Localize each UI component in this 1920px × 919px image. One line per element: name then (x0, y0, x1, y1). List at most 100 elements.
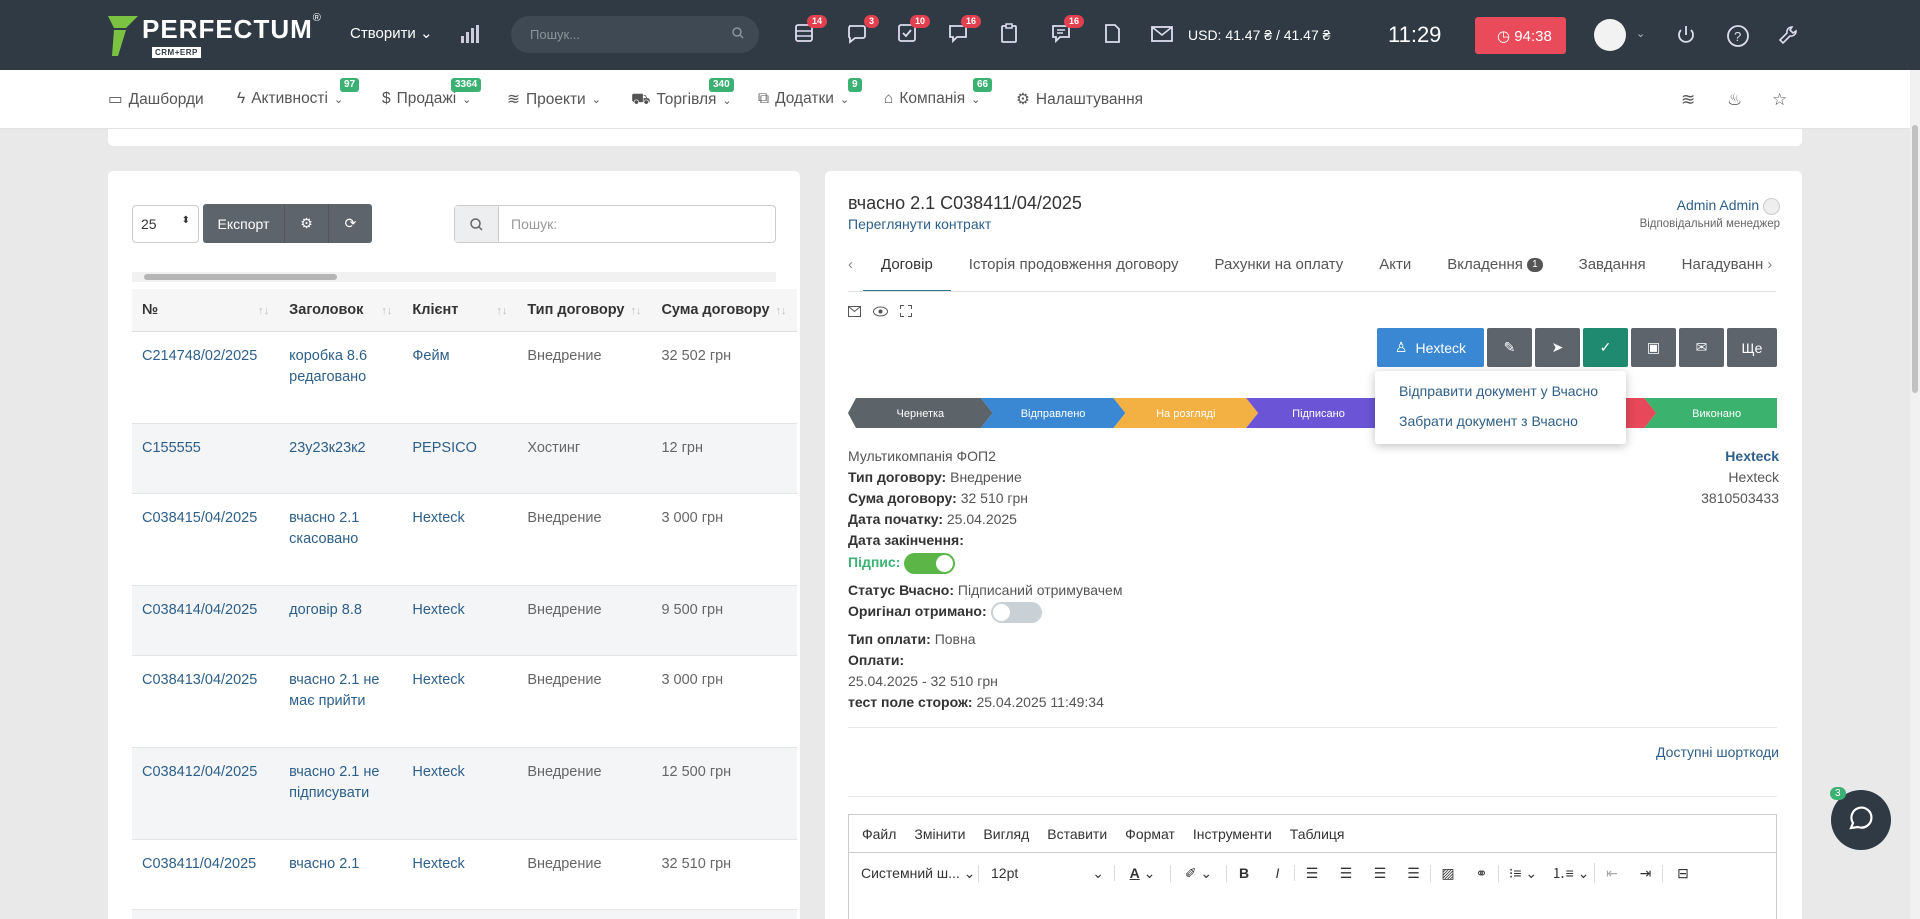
column-sum[interactable]: Сума договору ↑↓ (651, 289, 797, 332)
comments-icon[interactable]: 16 (1050, 15, 1084, 48)
font-size-select[interactable]: 12pt ⌄ (979, 865, 1115, 881)
editor-menu-tools[interactable]: Інструменти (1193, 826, 1272, 842)
client-link[interactable]: Hexteck (412, 602, 464, 618)
tab-invoices[interactable]: Рахунки на оплату (1196, 250, 1361, 291)
outdent-icon[interactable]: ⇤ (1595, 865, 1629, 882)
table-search-input[interactable]: Пошук: (454, 205, 776, 243)
client-button[interactable]: ♙ Hexteck (1377, 328, 1484, 367)
settings-button[interactable]: ⚙ (285, 204, 329, 243)
client-link[interactable]: PEPSICO (412, 440, 476, 456)
contract-title-link[interactable]: 23у23к23к2 (289, 440, 365, 456)
export-button[interactable]: Експорт (203, 204, 285, 243)
client-name-link[interactable]: Hexteck (1725, 448, 1779, 464)
chevron-down-icon[interactable]: ⌄ (1636, 27, 1645, 40)
refresh-button[interactable]: ⟳ (329, 204, 372, 243)
editor-menu-insert[interactable]: Вставити (1047, 826, 1107, 842)
table-row[interactable]: C038412/04/2025 вчасно 2.1 не підписувати… (132, 747, 797, 840)
contract-title-link[interactable]: вчасно 2.1 (289, 856, 359, 872)
vchasno-button[interactable]: ✓ (1583, 328, 1628, 367)
signature-toggle[interactable] (904, 552, 956, 574)
chat-bubble-icon[interactable]: 3 (845, 15, 879, 48)
wrench-icon[interactable] (1777, 24, 1803, 50)
eye-icon[interactable] (873, 304, 888, 320)
contract-title-link[interactable]: вчасно 2.1 не має прийти (289, 672, 379, 709)
align-left-icon[interactable]: ☰ (1295, 865, 1329, 882)
tab-acts[interactable]: Акти (1361, 250, 1429, 291)
table-row[interactable]: C038411/04/2025 вчасно 2.1 Hexteck Внедрени… (132, 839, 797, 910)
editor-menu-table[interactable]: Таблиця (1290, 826, 1345, 842)
layers-icon[interactable]: ≋ (1681, 90, 1695, 110)
manager-link[interactable]: Admin Admin (1677, 197, 1780, 215)
align-center-icon[interactable]: ☰ (1329, 865, 1363, 882)
contract-title-link[interactable]: вчасно 2.1 скасовано (289, 510, 359, 547)
fire-icon[interactable]: ♨ (1727, 90, 1742, 110)
align-right-icon[interactable]: ☰ (1363, 865, 1397, 882)
envelope-icon[interactable] (848, 304, 861, 320)
editor-menu-file[interactable]: Файл (862, 826, 896, 842)
table-row[interactable] (132, 909, 797, 919)
contract-number-link[interactable]: C038415/04/2025 (142, 510, 257, 526)
menu-item-dashboards[interactable]: ▭ Дашборди (108, 90, 204, 109)
client-link[interactable]: Фейм (412, 348, 449, 364)
contract-title-link[interactable]: договір 8.8 (289, 602, 362, 618)
table-row[interactable]: C038414/04/2025 договір 8.8 Hexteck Внедрен… (132, 585, 797, 656)
editor-menu-view[interactable]: Вигляд (983, 826, 1029, 842)
contract-number-link[interactable]: C038412/04/2025 (142, 764, 257, 780)
telegram-button[interactable]: ➤ (1535, 328, 1580, 367)
scrollbar-thumb[interactable] (1912, 125, 1918, 393)
menu-item-settings[interactable]: ⚙ Налаштування (1016, 90, 1143, 109)
shortcodes-link[interactable]: Доступні шорткоди (1656, 744, 1779, 760)
help-icon[interactable]: ? (1726, 24, 1752, 50)
bar-chart-icon[interactable] (460, 24, 480, 47)
contract-number-link[interactable]: C214748/02/2025 (142, 348, 257, 364)
client-link[interactable]: Hexteck (412, 764, 464, 780)
contract-title-link[interactable]: коробка 8.6 редаговано (289, 348, 367, 385)
tab-attachments[interactable]: Вкладення 1 (1429, 250, 1560, 291)
client-link[interactable]: Hexteck (412, 672, 464, 688)
italic-button[interactable]: I (1261, 865, 1295, 881)
global-search-input[interactable]: Пошук... (511, 16, 759, 53)
email-button[interactable]: ✉ (1679, 328, 1724, 367)
contract-number-link[interactable]: C038414/04/2025 (142, 602, 257, 618)
page-break-icon[interactable]: ⊟ (1663, 865, 1703, 882)
contract-number-link[interactable]: C155555 (142, 440, 201, 456)
column-number[interactable]: № ↑↓ (132, 289, 280, 332)
check-tasks-icon[interactable]: 10 (896, 15, 930, 48)
table-row[interactable]: C214748/02/2025 коробка 8.6 редаговано Фей… (132, 331, 797, 424)
chevron-left-icon[interactable]: ‹ (848, 250, 863, 291)
horizontal-scrollbar[interactable] (132, 272, 776, 282)
image-icon[interactable]: ▨ (1431, 865, 1465, 882)
tab-contract[interactable]: Договір (863, 250, 951, 291)
table-row[interactable]: C038413/04/2025 вчасно 2.1 не має прийти H… (132, 655, 797, 748)
table-row[interactable]: C155555 23у23к23к2 PEPSICO Хостинг 12 грн (132, 423, 797, 494)
star-icon[interactable]: ☆ (1772, 90, 1787, 110)
timer-button[interactable]: ◷ 94:38 (1475, 17, 1566, 54)
contract-number-link[interactable]: C038411/04/2025 (142, 856, 256, 872)
link-icon[interactable]: ⚭ (1465, 864, 1499, 882)
list-icon[interactable]: 14 (793, 15, 827, 48)
menu-item-trade[interactable]: ⛟ Торгівля ⌄ 340 (631, 78, 734, 110)
avatar[interactable] (1594, 19, 1626, 51)
column-title[interactable]: Заголовок ↑↓ (279, 289, 403, 332)
table-row[interactable]: C038415/04/2025 вчасно 2.1 скасовано Hexte… (132, 493, 797, 586)
highlight-button[interactable]: ✐ ⌄ (1171, 864, 1227, 882)
tab-reminders[interactable]: Нагадуванн (1664, 250, 1764, 291)
document-icon[interactable] (1101, 22, 1127, 48)
menu-item-activities[interactable]: ϟ Активності ⌄ 97 (237, 78, 360, 108)
bold-button[interactable]: B (1227, 865, 1261, 881)
indent-icon[interactable]: ⇥ (1629, 864, 1663, 882)
tab-renewal-history[interactable]: Історія продовження договору (951, 250, 1197, 291)
column-type[interactable]: Тип договору ↑↓ (517, 289, 652, 332)
pdf-button[interactable]: ▣ (1631, 328, 1676, 367)
edit-button[interactable]: ✎ (1487, 328, 1532, 367)
editor-menu-format[interactable]: Формат (1125, 826, 1175, 842)
chat-widget-button[interactable]: 3 (1830, 787, 1891, 850)
contract-number-link[interactable]: C038413/04/2025 (142, 672, 257, 688)
client-link[interactable]: Hexteck (412, 856, 464, 872)
clipboard-icon[interactable] (998, 22, 1024, 48)
client-link[interactable]: Hexteck (412, 510, 464, 526)
tab-tasks[interactable]: Завдання (1561, 250, 1664, 291)
send-to-vchasno-item[interactable]: Відправити документ у Вчасно (1375, 371, 1626, 404)
menu-item-addons[interactable]: ⧉ Додатки ⌄ 9 (758, 78, 862, 108)
scrollbar-thumb[interactable] (144, 274, 337, 280)
